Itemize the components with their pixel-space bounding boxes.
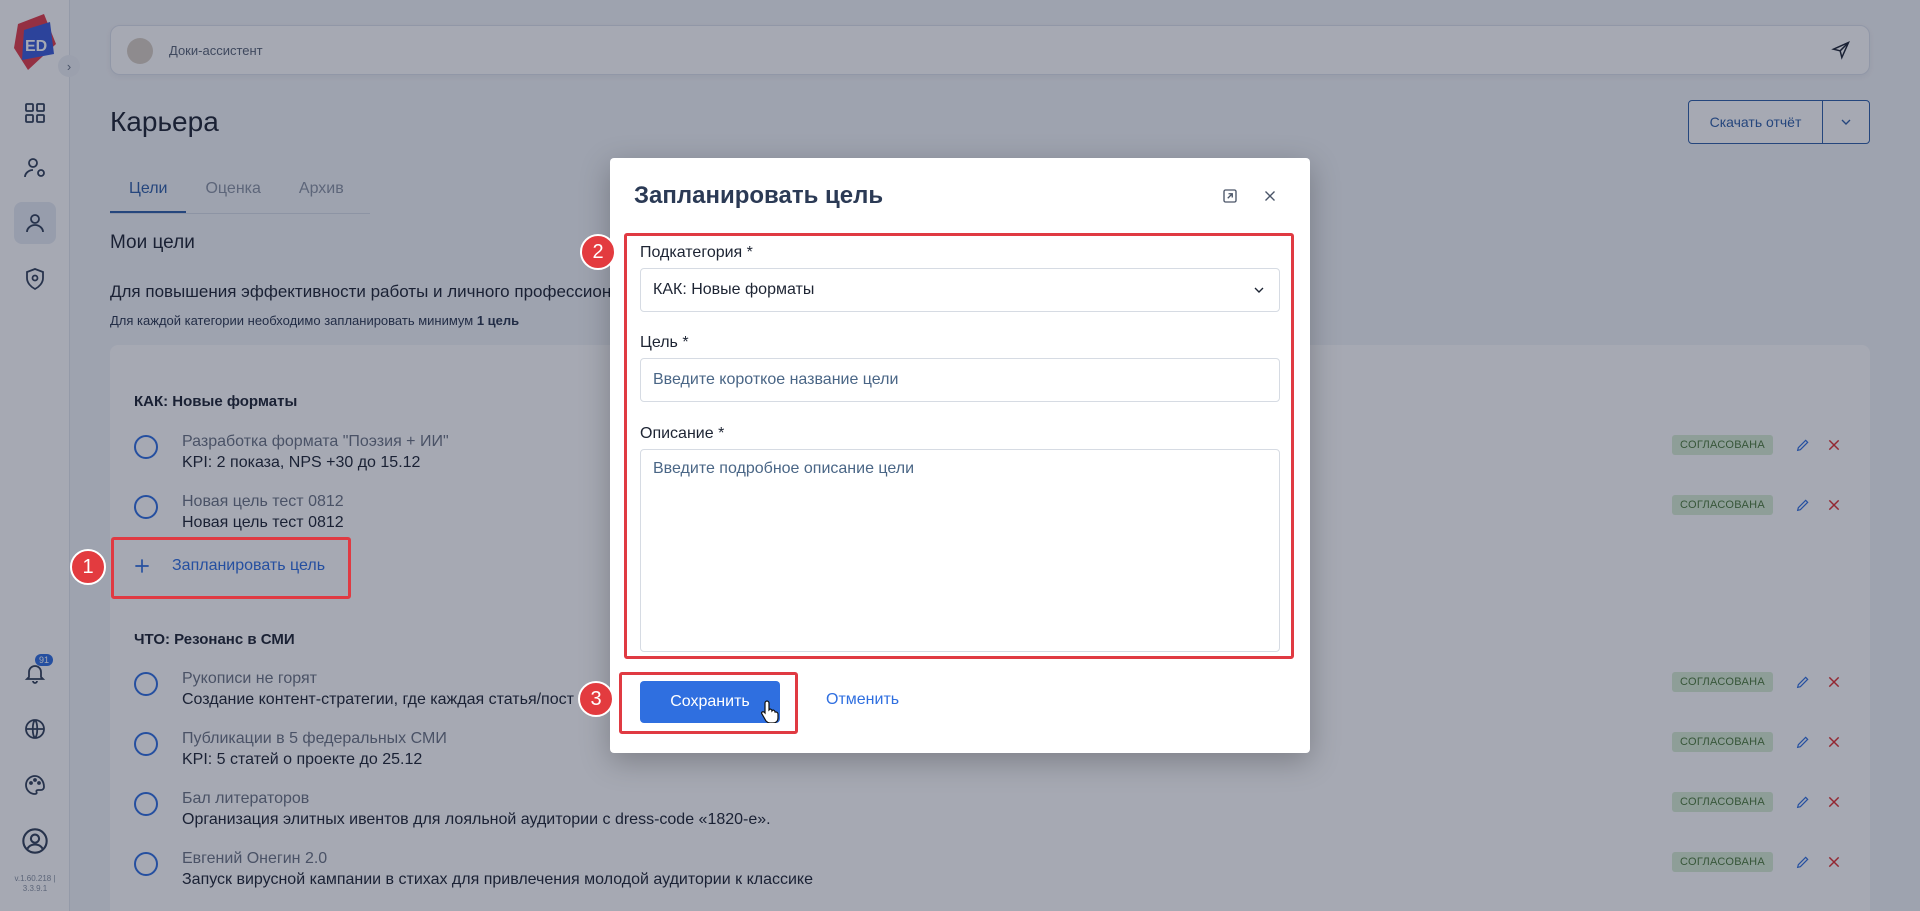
expand-icon[interactable] — [1221, 187, 1239, 205]
dialog-title: Запланировать цель — [634, 182, 884, 209]
step-badge-3: 3 — [578, 681, 614, 717]
step-badge-2: 2 — [580, 234, 616, 270]
highlight-save-button — [619, 672, 798, 734]
close-icon[interactable] — [1261, 187, 1279, 205]
highlight-plan-goal — [111, 537, 351, 599]
step-badge-1: 1 — [70, 549, 106, 585]
highlight-form-fields — [624, 233, 1294, 659]
cancel-button[interactable]: Отменить — [826, 691, 899, 709]
